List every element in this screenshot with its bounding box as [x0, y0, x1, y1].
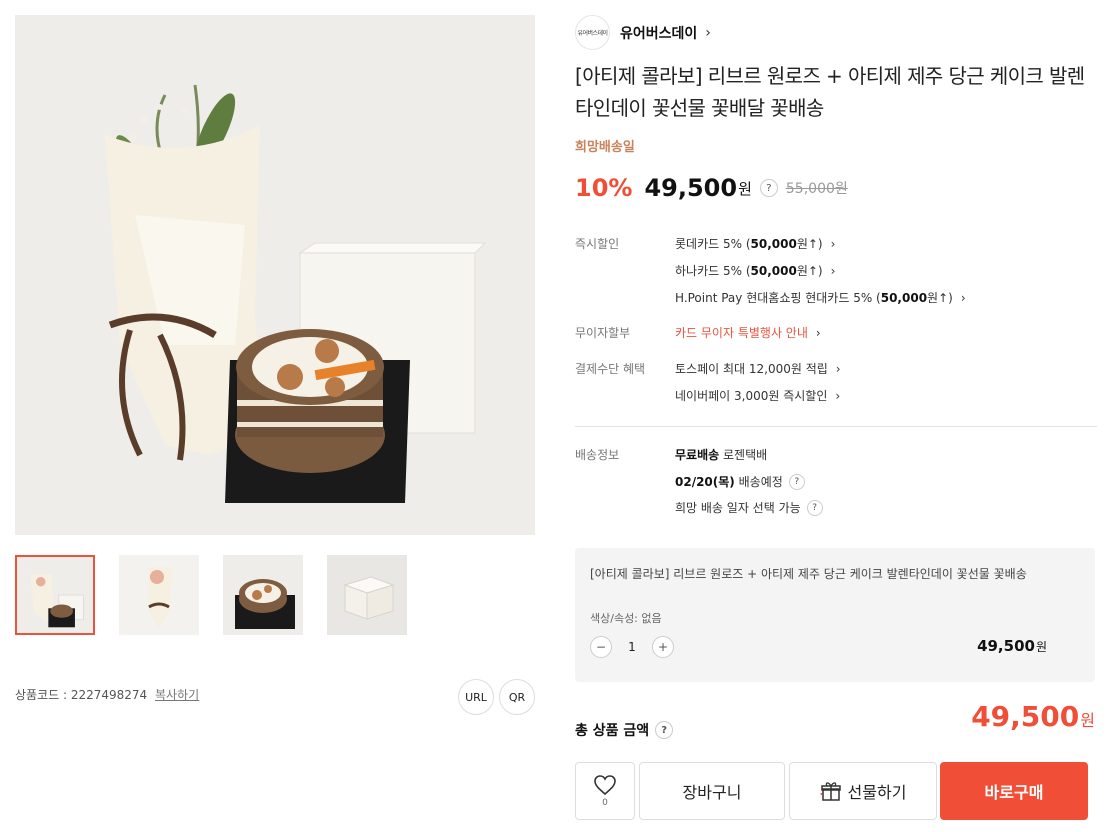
chevron-right-icon: › [960, 290, 966, 305]
product-code-text: 상품코드 : 2227498274 [15, 688, 148, 702]
total-label-text: 총 상품 금액 [575, 723, 650, 739]
discount-text: H.Point Pay 현대홈쇼핑 현대카드 5% ( [675, 291, 881, 305]
benefit-text: 토스페이 최대 12,000원 적립 [675, 362, 828, 376]
shipping-date: 02/20(목) 배송예정 ? [675, 473, 805, 490]
discount-text: 하나카드 5% ( [675, 264, 751, 278]
option-price-value: 49,500 [977, 637, 1035, 655]
plus-icon[interactable]: + [652, 636, 674, 658]
delivery-date: 02/20(목) [675, 475, 735, 489]
help-icon[interactable]: ? [788, 473, 805, 490]
product-code: 상품코드 : 2227498274 복사하기 [15, 686, 199, 703]
total-price: 49,500원 [971, 700, 1095, 733]
shipping-info: 무료배송 로젠택배 [675, 446, 767, 463]
instant-discount-label: 즉시할인 [575, 237, 620, 251]
instant-discount-hpoint[interactable]: H.Point Pay 현대홈쇼핑 현대카드 5% (50,000 원↑) › [675, 289, 966, 306]
minus-icon[interactable]: − [590, 636, 612, 658]
currency-unit: 원 [1080, 711, 1095, 730]
gift-button-label: 선물하기 [847, 783, 907, 802]
thumbnail-3[interactable] [223, 555, 303, 635]
gift-icon [820, 782, 841, 801]
delivery-date-suffix: 배송예정 [738, 475, 783, 489]
store-logo: 유어버스데이 [575, 15, 610, 50]
instant-discount-lotte[interactable]: 롯데카드 5% (50,000 원↑) › [675, 235, 835, 252]
instant-discount-hana[interactable]: 하나카드 5% (50,000 원↑) › [675, 262, 835, 279]
help-icon[interactable]: ? [759, 179, 778, 197]
payment-benefit-toss[interactable]: 토스페이 최대 12,000원 적립 › [675, 360, 841, 377]
option-attribute: 색상/속성: 없음 [590, 612, 662, 625]
total-price-value: 49,500 [971, 700, 1080, 733]
chevron-right-icon: › [705, 24, 711, 41]
discount-text-end: 원↑) [796, 264, 823, 278]
help-icon[interactable]: ? [806, 499, 823, 516]
chevron-right-icon: › [830, 236, 836, 251]
total-label: 총 상품 금액 ? [575, 720, 674, 740]
payment-benefit-naver[interactable]: 네이버페이 3,000원 즉시할인 › [675, 387, 840, 404]
installment-text: 카드 무이자 특별행사 안내 [675, 326, 808, 340]
copy-code-link[interactable]: 복사하기 [155, 688, 199, 702]
buy-now-button[interactable]: 바로구매 [940, 762, 1088, 820]
discount-text-end: 원↑) [927, 291, 953, 305]
main-product-image[interactable] [15, 15, 535, 535]
original-price: 55,000원 [785, 181, 848, 197]
quantity-value[interactable]: 1 [612, 640, 652, 654]
discount-threshold: 50,000 [750, 236, 797, 251]
wish-date-note-text: 희망 배송 일자 선택 가능 [675, 501, 801, 515]
wishlist-count: 0 [602, 798, 608, 808]
thumbnail-2[interactable] [119, 555, 199, 635]
thumbnail-list [15, 555, 535, 637]
chevron-right-icon: › [830, 263, 836, 278]
share-qr-button[interactable]: QR [499, 679, 535, 715]
wishlist-button[interactable]: 0 [575, 762, 635, 820]
heart-icon [594, 775, 616, 796]
gift-button[interactable]: 선물하기 [789, 762, 937, 820]
benefit-text: 네이버페이 3,000원 즉시할인 [675, 389, 828, 403]
sale-price: 49,500 [644, 174, 738, 202]
discount-threshold: 50,000 [880, 290, 928, 305]
discount-text: 롯데카드 5% ( [675, 237, 751, 251]
price-row: 10% 49,500 원 ? 55,000원 [575, 168, 848, 208]
product-title: [아티제 콜라보] 리브르 원로즈 + 아티제 제주 당근 케이크 발렌타인데이… [575, 64, 1085, 120]
share-url-button[interactable]: URL [458, 679, 494, 715]
quantity-stepper: − 1 + [590, 636, 674, 658]
payment-benefit-label: 결제수단 혜택 [575, 362, 646, 376]
chevron-right-icon: › [815, 325, 821, 340]
selected-option-box: [아티제 콜라보] 리브르 원로즈 + 아티제 제주 당근 케이크 발렌타인데이… [575, 548, 1095, 682]
store-name: 유어버스데이 [620, 25, 698, 42]
currency-unit: 원 [738, 179, 752, 198]
chevron-right-icon: › [835, 388, 841, 403]
divider [575, 426, 1097, 427]
option-title: [아티제 콜라보] 리브르 원로즈 + 아티제 제주 당근 케이크 발렌타인데이… [590, 567, 1027, 581]
thumbnail-4[interactable] [327, 555, 407, 635]
add-to-cart-button[interactable]: 장바구니 [639, 762, 785, 820]
discount-threshold: 50,000 [750, 263, 797, 278]
chevron-right-icon: › [835, 361, 841, 376]
thumbnail-1[interactable] [15, 555, 95, 635]
discount-text-end: 원↑) [796, 237, 823, 251]
option-price: 49,500원 [977, 637, 1047, 655]
wish-date-note: 희망 배송 일자 선택 가능 ? [675, 499, 823, 516]
installment-link[interactable]: 카드 무이자 특별행사 안내 › [675, 324, 821, 341]
installment-label: 무이자할부 [575, 326, 631, 340]
help-icon[interactable]: ? [655, 721, 674, 739]
shipping-carrier: 로젠택배 [723, 448, 768, 462]
currency-unit: 원 [1035, 640, 1047, 654]
store-link[interactable]: 유어버스데이 유어버스데이 › [575, 15, 711, 50]
shipping-label: 배송정보 [575, 448, 620, 462]
discount-rate: 10% [575, 174, 633, 202]
free-shipping: 무료배송 [675, 448, 720, 462]
wish-delivery-date-link[interactable]: 희망배송일 [575, 136, 635, 155]
